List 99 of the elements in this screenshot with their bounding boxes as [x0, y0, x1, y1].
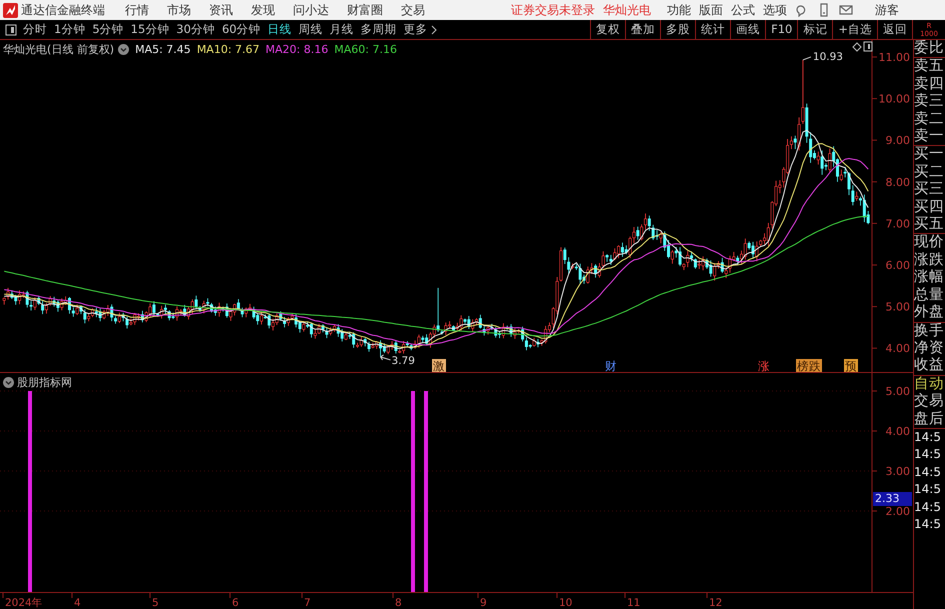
- tool-button[interactable]: 标记: [797, 20, 832, 39]
- tool-button[interactable]: 返回: [877, 20, 912, 39]
- tool-button[interactable]: 叠加: [625, 20, 660, 39]
- tool-button[interactable]: 复权: [590, 20, 626, 39]
- period-tab[interactable]: 多周期: [360, 22, 397, 37]
- chart-title: 华灿光电(日线 前复权): [3, 42, 114, 57]
- login-notice[interactable]: 证券交易未登录: [511, 3, 595, 17]
- axis-tick-label: 12: [709, 597, 722, 609]
- menu-item[interactable]: 问小达: [293, 3, 329, 17]
- quote-label: 收益: [914, 357, 945, 375]
- quote-label: 现价: [914, 234, 945, 252]
- trade-time: 14:5: [914, 516, 942, 534]
- quote-label: 买五: [914, 216, 945, 234]
- trade-time: 14:5: [914, 464, 942, 481]
- axis-tick-label: 10.00: [878, 92, 910, 106]
- quote-label: 买四: [914, 198, 945, 216]
- axis-tick-label: 5.00: [886, 300, 910, 314]
- axis-tick-label: 10: [559, 597, 572, 609]
- moving-average-label: MA20: 8.16: [266, 43, 328, 56]
- trade-time: 14:5: [914, 446, 942, 464]
- axis-tick-label: 5: [152, 597, 159, 609]
- period-tab[interactable]: 30分钟: [176, 22, 215, 37]
- period-tab[interactable]: 周线: [298, 22, 323, 37]
- axis-tick-label: 3.00: [886, 465, 910, 478]
- moving-average-label: MA5: 7.45: [135, 43, 191, 56]
- moving-average-label: MA10: 7.67: [196, 43, 260, 56]
- period-tab[interactable]: 分时: [23, 22, 47, 37]
- axis-tick-label: 4: [74, 597, 81, 609]
- quote-label: 换手: [914, 322, 945, 340]
- tool-button[interactable]: +自选: [832, 20, 877, 39]
- menu-item[interactable]: 版面: [699, 3, 723, 17]
- quote-label: 买二: [914, 164, 945, 182]
- auto-label[interactable]: 自动: [914, 376, 945, 394]
- axis-tick-label: 11: [627, 597, 640, 609]
- menu-item[interactable]: 发现: [251, 3, 275, 17]
- quote-label: 卖四: [914, 76, 945, 93]
- quote-label: 委比: [914, 40, 945, 58]
- tool-button[interactable]: 画线: [730, 20, 766, 39]
- menu-item[interactable]: 功能: [667, 3, 691, 17]
- event-marker[interactable]: 预: [845, 359, 857, 372]
- axis-tick-label: 8: [395, 597, 402, 609]
- trade-time: 14:5: [914, 428, 942, 446]
- period-tab[interactable]: 1分钟: [54, 22, 86, 37]
- axis-tick-label: 5.00: [886, 385, 910, 398]
- cursor-value: 2.33: [873, 492, 912, 506]
- axis-tick-label: 9.00: [886, 134, 910, 148]
- quote-label: 买三: [914, 181, 945, 199]
- axis-tick-label: 7: [304, 597, 311, 609]
- axis-tick-label: 6: [232, 597, 239, 609]
- stock-link[interactable]: 华灿光电: [603, 3, 651, 17]
- axis-tick-label: 9: [480, 597, 487, 609]
- trade-time: 14:5: [914, 498, 942, 516]
- period-tab[interactable]: 月线: [330, 22, 354, 37]
- axis-tick-label: 7.00: [886, 217, 910, 230]
- menu-item[interactable]: 资讯: [209, 3, 233, 17]
- quote-label: 卖三: [914, 93, 945, 111]
- quote-label: 净资: [914, 340, 945, 357]
- axis-tick-label: 4.00: [886, 425, 910, 438]
- menu-item[interactable]: 行情: [125, 3, 149, 17]
- moving-average-label: MA60: 7.16: [334, 43, 397, 56]
- quote-label: 涨幅: [914, 269, 945, 287]
- period-tab[interactable]: 5分钟: [92, 22, 124, 37]
- axis-tick-label: 8.00: [886, 176, 910, 189]
- period-tab[interactable]: 15分钟: [130, 22, 170, 37]
- tool-button[interactable]: F10: [765, 20, 798, 39]
- indicator-title: 股朋指标网: [17, 375, 72, 390]
- tool-button[interactable]: 多股: [660, 20, 696, 39]
- period-tab[interactable]: 更多: [404, 22, 438, 37]
- quote-label: 卖五: [914, 58, 945, 76]
- axis-tick-label: 11.00: [878, 51, 910, 64]
- quote-label: 外盘: [914, 304, 945, 322]
- quote-label: 卖二: [914, 110, 945, 128]
- tool-button[interactable]: 统计: [695, 20, 730, 39]
- quote-label: 涨跌: [914, 252, 945, 269]
- quote-label: 卖一: [914, 128, 945, 146]
- period-tab[interactable]: 日线: [268, 22, 292, 37]
- menu-item[interactable]: 公式: [731, 3, 755, 17]
- quote-label: 总量: [914, 286, 945, 304]
- event-marker[interactable]: 激: [433, 359, 445, 372]
- period-tab[interactable]: 60分钟: [222, 22, 261, 37]
- event-marker[interactable]: 财: [605, 359, 617, 372]
- axis-tick-label: 4.00: [886, 342, 910, 356]
- event-marker[interactable]: 榜跌: [797, 359, 821, 372]
- trade-label: 盘后: [914, 410, 945, 428]
- app-title: 通达信金融终端: [21, 3, 105, 17]
- event-marker[interactable]: 涨: [758, 359, 770, 372]
- axis-tick-label: 6.00: [886, 259, 910, 272]
- trade-label: 交易: [914, 393, 945, 411]
- high-price-label: 10.93: [812, 50, 843, 63]
- user-label[interactable]: 游客: [875, 3, 899, 17]
- menu-item[interactable]: 财富圈: [347, 3, 383, 17]
- quote-label: 买一: [914, 146, 945, 164]
- menu-item[interactable]: 交易: [401, 3, 425, 17]
- axis-tick-label: 2.00: [886, 505, 910, 518]
- low-price-label: 3.79: [392, 354, 415, 367]
- axis-tick-label: 2024年: [5, 597, 43, 609]
- menu-item[interactable]: 选项: [763, 3, 787, 17]
- trade-time: 14:5: [914, 481, 942, 498]
- menu-item[interactable]: 市场: [167, 3, 191, 17]
